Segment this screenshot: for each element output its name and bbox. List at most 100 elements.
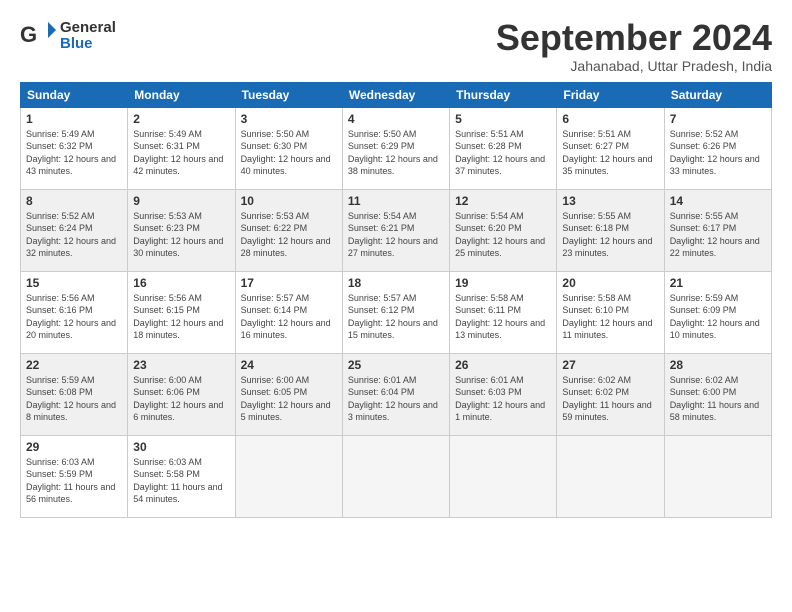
day-number: 19 bbox=[455, 276, 551, 290]
table-row: 16 Sunrise: 5:56 AM Sunset: 6:15 PM Dayl… bbox=[128, 271, 235, 353]
calendar-week-row: 15 Sunrise: 5:56 AM Sunset: 6:16 PM Dayl… bbox=[21, 271, 772, 353]
calendar-week-row: 8 Sunrise: 5:52 AM Sunset: 6:24 PM Dayli… bbox=[21, 189, 772, 271]
calendar-week-row: 22 Sunrise: 5:59 AM Sunset: 6:08 PM Dayl… bbox=[21, 353, 772, 435]
col-tuesday: Tuesday bbox=[235, 82, 342, 107]
table-row: 19 Sunrise: 5:58 AM Sunset: 6:11 PM Dayl… bbox=[450, 271, 557, 353]
table-row: 25 Sunrise: 6:01 AM Sunset: 6:04 PM Dayl… bbox=[342, 353, 449, 435]
col-sunday: Sunday bbox=[21, 82, 128, 107]
table-row bbox=[342, 435, 449, 517]
day-info: Sunrise: 5:53 AM Sunset: 6:22 PM Dayligh… bbox=[241, 210, 337, 260]
day-number: 26 bbox=[455, 358, 551, 372]
table-row: 29 Sunrise: 6:03 AM Sunset: 5:59 PM Dayl… bbox=[21, 435, 128, 517]
table-row bbox=[450, 435, 557, 517]
day-info: Sunrise: 6:03 AM Sunset: 5:59 PM Dayligh… bbox=[26, 456, 122, 506]
table-row: 1 Sunrise: 5:49 AM Sunset: 6:32 PM Dayli… bbox=[21, 107, 128, 189]
table-row: 27 Sunrise: 6:02 AM Sunset: 6:02 PM Dayl… bbox=[557, 353, 664, 435]
table-row bbox=[664, 435, 771, 517]
day-info: Sunrise: 6:02 AM Sunset: 6:00 PM Dayligh… bbox=[670, 374, 766, 424]
page: G General Blue September 2024 Jahanabad,… bbox=[0, 0, 792, 612]
table-row: 24 Sunrise: 6:00 AM Sunset: 6:05 PM Dayl… bbox=[235, 353, 342, 435]
col-wednesday: Wednesday bbox=[342, 82, 449, 107]
day-info: Sunrise: 5:59 AM Sunset: 6:08 PM Dayligh… bbox=[26, 374, 122, 424]
logo-icon: G bbox=[20, 18, 56, 54]
location-subtitle: Jahanabad, Uttar Pradesh, India bbox=[496, 58, 772, 74]
table-row: 14 Sunrise: 5:55 AM Sunset: 6:17 PM Dayl… bbox=[664, 189, 771, 271]
table-row: 28 Sunrise: 6:02 AM Sunset: 6:00 PM Dayl… bbox=[664, 353, 771, 435]
day-number: 18 bbox=[348, 276, 444, 290]
day-number: 1 bbox=[26, 112, 122, 126]
day-info: Sunrise: 6:01 AM Sunset: 6:04 PM Dayligh… bbox=[348, 374, 444, 424]
day-info: Sunrise: 5:54 AM Sunset: 6:20 PM Dayligh… bbox=[455, 210, 551, 260]
day-number: 3 bbox=[241, 112, 337, 126]
calendar-week-row: 1 Sunrise: 5:49 AM Sunset: 6:32 PM Dayli… bbox=[21, 107, 772, 189]
day-number: 27 bbox=[562, 358, 658, 372]
calendar-table: Sunday Monday Tuesday Wednesday Thursday… bbox=[20, 82, 772, 518]
day-number: 22 bbox=[26, 358, 122, 372]
day-number: 23 bbox=[133, 358, 229, 372]
table-row: 2 Sunrise: 5:49 AM Sunset: 6:31 PM Dayli… bbox=[128, 107, 235, 189]
table-row: 12 Sunrise: 5:54 AM Sunset: 6:20 PM Dayl… bbox=[450, 189, 557, 271]
day-info: Sunrise: 6:00 AM Sunset: 6:05 PM Dayligh… bbox=[241, 374, 337, 424]
day-info: Sunrise: 5:50 AM Sunset: 6:29 PM Dayligh… bbox=[348, 128, 444, 178]
table-row: 3 Sunrise: 5:50 AM Sunset: 6:30 PM Dayli… bbox=[235, 107, 342, 189]
table-row: 22 Sunrise: 5:59 AM Sunset: 6:08 PM Dayl… bbox=[21, 353, 128, 435]
table-row: 13 Sunrise: 5:55 AM Sunset: 6:18 PM Dayl… bbox=[557, 189, 664, 271]
table-row: 15 Sunrise: 5:56 AM Sunset: 6:16 PM Dayl… bbox=[21, 271, 128, 353]
table-row bbox=[235, 435, 342, 517]
day-info: Sunrise: 5:49 AM Sunset: 6:32 PM Dayligh… bbox=[26, 128, 122, 178]
table-row: 26 Sunrise: 6:01 AM Sunset: 6:03 PM Dayl… bbox=[450, 353, 557, 435]
svg-text:G: G bbox=[20, 22, 37, 47]
table-row: 18 Sunrise: 5:57 AM Sunset: 6:12 PM Dayl… bbox=[342, 271, 449, 353]
table-row: 7 Sunrise: 5:52 AM Sunset: 6:26 PM Dayli… bbox=[664, 107, 771, 189]
table-row: 17 Sunrise: 5:57 AM Sunset: 6:14 PM Dayl… bbox=[235, 271, 342, 353]
day-info: Sunrise: 5:59 AM Sunset: 6:09 PM Dayligh… bbox=[670, 292, 766, 342]
month-title: September 2024 bbox=[496, 18, 772, 58]
day-info: Sunrise: 6:00 AM Sunset: 6:06 PM Dayligh… bbox=[133, 374, 229, 424]
day-info: Sunrise: 5:56 AM Sunset: 6:16 PM Dayligh… bbox=[26, 292, 122, 342]
col-saturday: Saturday bbox=[664, 82, 771, 107]
day-number: 24 bbox=[241, 358, 337, 372]
calendar-header-row: Sunday Monday Tuesday Wednesday Thursday… bbox=[21, 82, 772, 107]
day-number: 2 bbox=[133, 112, 229, 126]
table-row: 5 Sunrise: 5:51 AM Sunset: 6:28 PM Dayli… bbox=[450, 107, 557, 189]
day-info: Sunrise: 5:57 AM Sunset: 6:12 PM Dayligh… bbox=[348, 292, 444, 342]
day-number: 21 bbox=[670, 276, 766, 290]
col-friday: Friday bbox=[557, 82, 664, 107]
day-info: Sunrise: 5:51 AM Sunset: 6:27 PM Dayligh… bbox=[562, 128, 658, 178]
logo-general: General bbox=[60, 20, 116, 37]
logo-blue: Blue bbox=[60, 36, 116, 53]
day-number: 10 bbox=[241, 194, 337, 208]
day-number: 9 bbox=[133, 194, 229, 208]
logo: G General Blue bbox=[20, 18, 116, 54]
title-block: September 2024 Jahanabad, Uttar Pradesh,… bbox=[496, 18, 772, 74]
table-row: 9 Sunrise: 5:53 AM Sunset: 6:23 PM Dayli… bbox=[128, 189, 235, 271]
table-row: 10 Sunrise: 5:53 AM Sunset: 6:22 PM Dayl… bbox=[235, 189, 342, 271]
day-number: 30 bbox=[133, 440, 229, 454]
day-number: 12 bbox=[455, 194, 551, 208]
day-info: Sunrise: 5:52 AM Sunset: 6:26 PM Dayligh… bbox=[670, 128, 766, 178]
day-info: Sunrise: 5:51 AM Sunset: 6:28 PM Dayligh… bbox=[455, 128, 551, 178]
header: G General Blue September 2024 Jahanabad,… bbox=[20, 18, 772, 74]
table-row: 21 Sunrise: 5:59 AM Sunset: 6:09 PM Dayl… bbox=[664, 271, 771, 353]
day-number: 4 bbox=[348, 112, 444, 126]
day-info: Sunrise: 6:02 AM Sunset: 6:02 PM Dayligh… bbox=[562, 374, 658, 424]
day-number: 28 bbox=[670, 358, 766, 372]
table-row: 30 Sunrise: 6:03 AM Sunset: 5:58 PM Dayl… bbox=[128, 435, 235, 517]
day-info: Sunrise: 6:01 AM Sunset: 6:03 PM Dayligh… bbox=[455, 374, 551, 424]
day-number: 25 bbox=[348, 358, 444, 372]
day-info: Sunrise: 5:55 AM Sunset: 6:17 PM Dayligh… bbox=[670, 210, 766, 260]
day-number: 14 bbox=[670, 194, 766, 208]
day-info: Sunrise: 5:50 AM Sunset: 6:30 PM Dayligh… bbox=[241, 128, 337, 178]
day-info: Sunrise: 5:52 AM Sunset: 6:24 PM Dayligh… bbox=[26, 210, 122, 260]
col-monday: Monday bbox=[128, 82, 235, 107]
day-number: 5 bbox=[455, 112, 551, 126]
day-number: 11 bbox=[348, 194, 444, 208]
day-info: Sunrise: 5:56 AM Sunset: 6:15 PM Dayligh… bbox=[133, 292, 229, 342]
table-row: 11 Sunrise: 5:54 AM Sunset: 6:21 PM Dayl… bbox=[342, 189, 449, 271]
table-row: 23 Sunrise: 6:00 AM Sunset: 6:06 PM Dayl… bbox=[128, 353, 235, 435]
day-number: 8 bbox=[26, 194, 122, 208]
day-info: Sunrise: 6:03 AM Sunset: 5:58 PM Dayligh… bbox=[133, 456, 229, 506]
day-number: 7 bbox=[670, 112, 766, 126]
table-row: 6 Sunrise: 5:51 AM Sunset: 6:27 PM Dayli… bbox=[557, 107, 664, 189]
day-number: 17 bbox=[241, 276, 337, 290]
